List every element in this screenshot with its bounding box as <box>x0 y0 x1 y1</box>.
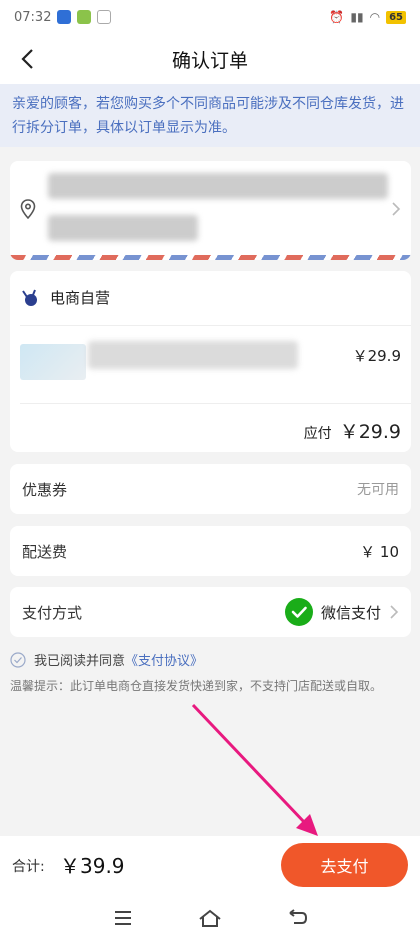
check-circle-icon[interactable] <box>10 651 26 668</box>
address-card[interactable] <box>10 161 411 260</box>
chevron-right-icon <box>392 202 401 216</box>
wifi-icon: ◠ <box>369 10 381 24</box>
payment-label: 支付方式 <box>22 603 83 622</box>
payable-value: ￥29.9 <box>339 421 401 443</box>
product-title-blurred <box>88 341 298 369</box>
home-icon <box>199 909 221 927</box>
divider <box>20 403 411 404</box>
menu-icon <box>115 911 132 925</box>
shop-header: 电商自营 <box>20 287 110 308</box>
status-bar: 07:32 ⏰ ▮▮ ◠ 65 <box>0 0 420 34</box>
status-time: 07:32 <box>14 9 52 25</box>
address-detail-blurred <box>48 215 198 241</box>
page-title: 确认订单 <box>171 49 248 72</box>
total-value: ￥39.9 <box>60 854 125 878</box>
menu-button[interactable] <box>103 898 143 938</box>
wechat-pay-icon <box>284 598 313 626</box>
address-line-blurred <box>48 173 388 199</box>
coupon-label: 优惠券 <box>22 480 68 499</box>
alarm-icon: ⏰ <box>329 10 345 24</box>
shop-name: 电商自营 <box>50 289 111 307</box>
product-image[interactable] <box>20 344 86 380</box>
address-border-stripe <box>10 255 411 260</box>
back-button[interactable] <box>12 44 42 74</box>
location-pin-icon <box>20 199 36 219</box>
signal-icon: ▮▮ <box>350 10 364 24</box>
shop-logo-icon <box>22 289 37 306</box>
battery-icon: 65 <box>386 10 406 24</box>
divider <box>20 325 411 326</box>
coupon-value: 无可用 <box>357 482 399 498</box>
agreement-link[interactable]: 《支付协议》 <box>125 650 203 669</box>
total-label: 合计: <box>12 859 45 875</box>
split-order-notice: 亲爱的顾客，若您购买多个不同商品可能涉及不同仓库发货，进行拆分订单，具体以订单显… <box>0 84 420 147</box>
product-price: ￥29.9 <box>352 347 401 365</box>
chevron-left-icon <box>21 49 33 69</box>
checkout-bar: 合计: ￥39.9 去支付 <box>0 836 420 896</box>
agreement-row[interactable]: 我已阅读并同意 《支付协议》 <box>10 650 203 669</box>
chevron-right-icon <box>390 605 399 619</box>
shipping-value: ￥ 10 <box>360 542 399 561</box>
shop-card: 电商自营 ￥29.9 应付 ￥29.9 <box>10 271 411 452</box>
agreement-text: 我已阅读并同意 <box>34 654 126 669</box>
delivery-tip: 温馨提示：此订单电商仓直接发货快递到家，不支持门店配送或自取。 <box>10 679 383 693</box>
app-notification-icon <box>97 10 112 24</box>
back-nav-button[interactable] <box>277 898 317 938</box>
home-button[interactable] <box>190 898 230 938</box>
system-nav-bar <box>0 896 420 940</box>
shipping-row: 配送费 ￥ 10 <box>10 526 411 576</box>
shipping-label: 配送费 <box>22 542 68 561</box>
page-header: 确认订单 <box>0 34 420 84</box>
return-icon <box>289 909 307 924</box>
pay-button[interactable]: 去支付 <box>281 843 408 887</box>
payable-label: 应付 <box>303 426 332 442</box>
payment-method-name: 微信支付 <box>320 603 381 622</box>
payable-row: 应付 ￥29.9 <box>304 417 401 444</box>
coupon-row[interactable]: 优惠券 无可用 <box>10 464 411 514</box>
payment-value: 微信支付 <box>284 598 399 626</box>
app-notification-icon <box>77 10 92 24</box>
payment-method-row[interactable]: 支付方式 微信支付 <box>10 587 411 637</box>
app-notification-icon <box>57 10 72 24</box>
